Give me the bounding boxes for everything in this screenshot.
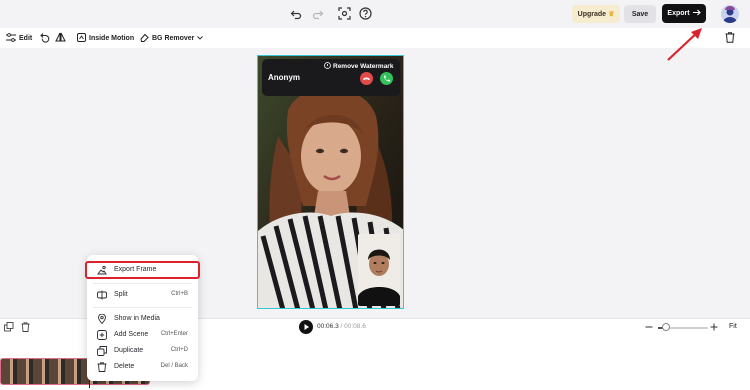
eraser-icon — [140, 33, 149, 44]
remove-watermark-label: Remove Watermark — [333, 63, 394, 70]
context-menu: Export Frame Split Ctrl+B Show in Media … — [85, 255, 200, 381]
image-icon — [97, 265, 107, 275]
top-bar: Upgrade ♛ Save Export — [0, 0, 750, 28]
edit-button[interactable]: Edit — [6, 31, 32, 45]
zoom-slider-handle[interactable] — [661, 323, 670, 331]
info-icon — [324, 62, 331, 71]
zoom-out-icon[interactable] — [645, 322, 653, 332]
menu-item-duplicate[interactable]: Duplicate Ctrl+D — [87, 344, 198, 358]
trash-icon — [97, 362, 107, 372]
edit-label: Edit — [19, 34, 33, 42]
accept-call-icon — [380, 72, 393, 85]
screenshot-icon[interactable] — [338, 7, 351, 20]
menu-item-add-scene[interactable]: Add Scene Ctrl+Enter — [87, 328, 198, 342]
duplicate-icon — [97, 346, 107, 356]
caller-name: Anonym — [268, 73, 300, 82]
location-pin-icon — [97, 313, 107, 325]
trash-icon[interactable] — [725, 32, 735, 43]
current-time: 00:06.3 — [317, 323, 339, 330]
redo-icon[interactable] — [312, 8, 324, 20]
menu-item-label: Split — [114, 291, 128, 298]
menu-item-export-frame[interactable]: Export Frame — [85, 261, 200, 279]
timecode: 00:06.3 / 00:08.6 — [317, 323, 366, 330]
menu-item-shortcut: Ctrl+Enter — [160, 331, 188, 337]
duration: 00:08.6 — [344, 323, 366, 330]
undo-icon[interactable] — [290, 8, 302, 20]
save-button[interactable]: Save — [624, 5, 656, 23]
arrow-right-icon — [692, 9, 701, 18]
play-button[interactable] — [299, 320, 313, 334]
menu-item-delete[interactable]: Delete Del / Back — [87, 360, 198, 374]
menu-item-label: Export Frame — [114, 266, 157, 273]
end-call-icon — [360, 72, 373, 85]
menu-item-label: Duplicate — [114, 347, 144, 354]
bg-remover-button[interactable]: BG Remover — [140, 31, 204, 45]
menu-item-shortcut: Ctrl+B — [171, 291, 188, 297]
fit-button[interactable]: Fit — [729, 323, 737, 330]
bg-remover-label: BG Remover — [152, 34, 195, 42]
chevron-down-icon — [197, 35, 204, 42]
export-label: Export — [667, 10, 690, 17]
rotate-icon[interactable] — [40, 32, 50, 43]
menu-item-label: Add Scene — [114, 331, 149, 338]
menu-item-shortcut: Ctrl+D — [170, 347, 188, 353]
layers-icon[interactable] — [4, 322, 14, 332]
add-scene-icon — [97, 330, 107, 340]
avatar[interactable] — [721, 5, 739, 23]
inside-motion-label: Inside Motion — [89, 34, 135, 42]
inside-motion-icon — [77, 32, 86, 44]
upgrade-button[interactable]: Upgrade ♛ — [572, 5, 620, 23]
menu-item-label: Delete — [114, 363, 135, 370]
play-icon — [304, 324, 309, 330]
remove-watermark-button[interactable]: Remove Watermark — [324, 62, 393, 71]
flip-icon[interactable] — [55, 32, 66, 42]
menu-divider — [93, 283, 192, 284]
pip-video — [358, 234, 400, 306]
export-button[interactable]: Export — [662, 4, 706, 23]
timeline-trash-icon[interactable] — [21, 322, 30, 332]
menu-divider — [93, 307, 192, 308]
menu-item-shortcut: Del / Back — [160, 363, 188, 369]
save-label: Save — [631, 10, 649, 18]
zoom-in-icon[interactable] — [710, 322, 718, 332]
crown-icon: ♛ — [608, 11, 615, 18]
menu-item-split[interactable]: Split Ctrl+B — [87, 288, 198, 302]
time-separator: / — [340, 323, 343, 330]
menu-item-label: Show in Media — [114, 315, 160, 322]
sliders-icon — [6, 32, 16, 44]
upgrade-label: Upgrade — [577, 10, 607, 18]
menu-item-show-in-media[interactable]: Show in Media — [87, 312, 198, 326]
video-preview[interactable]: Anonym Remove Watermark — [257, 55, 404, 309]
call-overlay: Anonym Remove Watermark — [262, 59, 400, 96]
inside-motion-button[interactable]: Inside Motion — [77, 31, 134, 45]
help-icon[interactable] — [359, 7, 372, 20]
split-icon — [97, 290, 107, 300]
